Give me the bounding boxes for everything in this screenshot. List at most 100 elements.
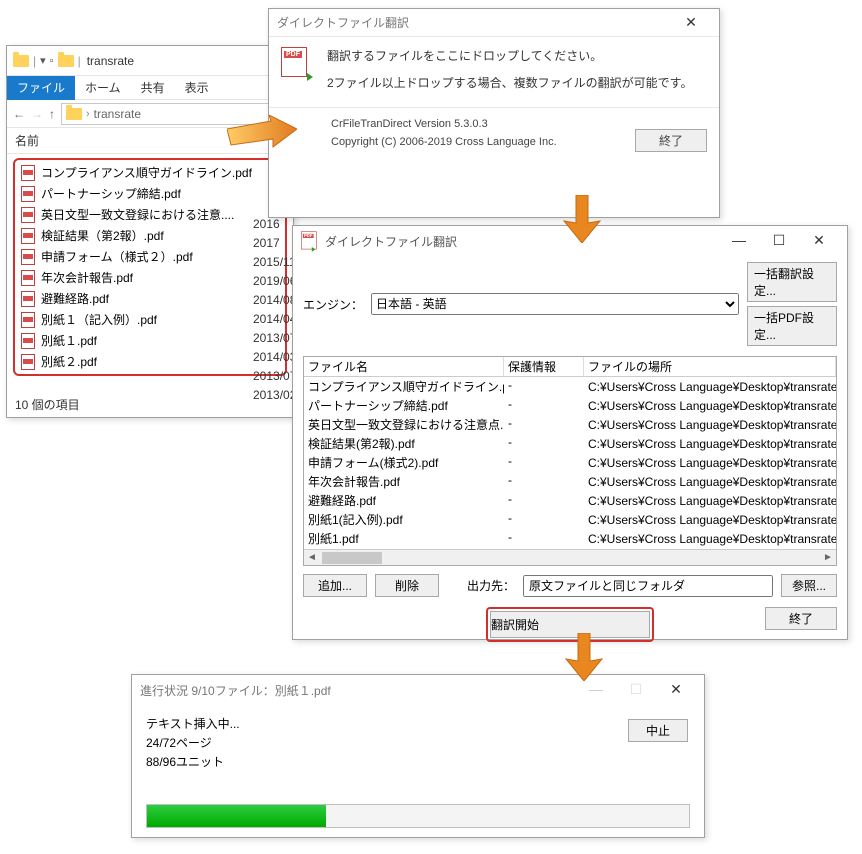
nav-up-icon[interactable]: ↑	[49, 107, 55, 121]
file-item[interactable]: 英日文型一致文登録における注意....	[17, 204, 283, 225]
nav-back-icon[interactable]: ←	[13, 107, 25, 121]
explorer-window: |▾▫| transrate ファイル ホーム 共有 表示 ← → ↑ › tr…	[6, 45, 294, 418]
explorer-titlebar[interactable]: |▾▫| transrate	[7, 46, 293, 76]
file-name: コンプライアンス順守ガイドライン.pdf	[41, 164, 252, 181]
folder-icon	[66, 108, 82, 120]
exit-button[interactable]: 終了	[765, 607, 837, 630]
minimize-icon[interactable]: ―	[576, 676, 616, 704]
tab-file[interactable]: ファイル	[7, 76, 75, 100]
cell-name: パートナーシップ締結.pdf	[304, 396, 504, 415]
table-row[interactable]: パートナーシップ締結.pdf-C:¥Users¥Cross Language¥D…	[304, 396, 836, 415]
file-name: 検証結果（第2報）.pdf	[41, 227, 164, 244]
scroll-left-icon[interactable]: ◄	[304, 552, 320, 563]
pdf-icon	[21, 312, 35, 328]
ribbon: ファイル ホーム 共有 表示	[7, 76, 293, 100]
minimize-icon[interactable]: ―	[719, 227, 759, 255]
cell-name: 英日文型一致文登録における注意点....	[304, 415, 504, 434]
table-row[interactable]: 申請フォーム(様式2).pdf-C:¥Users¥Cross Language¥…	[304, 453, 836, 472]
pdf-icon	[21, 207, 35, 223]
file-name: 別紙１（記入例）.pdf	[41, 311, 157, 328]
output-path-input[interactable]	[523, 575, 773, 597]
file-name: パートナーシップ締結.pdf	[41, 185, 181, 202]
cell-protect: -	[504, 453, 584, 472]
tab-view[interactable]: 表示	[175, 76, 219, 100]
cell-protect: -	[504, 434, 584, 453]
browse-button[interactable]: 参照...	[781, 574, 837, 597]
progress-line3: 88/96ユニット	[146, 753, 690, 770]
cell-name: コンプライアンス順守ガイドライン.pdf	[304, 377, 504, 396]
cell-location: C:¥Users¥Cross Language¥Desktop¥transrat…	[584, 415, 836, 434]
hscrollbar[interactable]: ◄ ►	[304, 549, 836, 565]
exit-button[interactable]: 終了	[635, 129, 707, 152]
cell-location: C:¥Users¥Cross Language¥Desktop¥transrat…	[584, 529, 836, 548]
drop-window: ダイレクトファイル翻訳 ✕ 翻訳するファイルをここにドロップしてください。 2フ…	[268, 8, 720, 218]
start-translate-button[interactable]: 翻訳開始	[490, 611, 650, 638]
file-item[interactable]: 検証結果（第2報）.pdf	[17, 225, 283, 246]
scroll-thumb[interactable]	[322, 552, 382, 564]
batch-pdf-settings-button[interactable]: 一括PDF設定...	[747, 306, 837, 346]
cell-protect: -	[504, 472, 584, 491]
drop-titlebar[interactable]: ダイレクトファイル翻訳 ✕	[269, 9, 719, 37]
drop-line1: 翻訳するファイルをここにドロップしてください。	[327, 47, 692, 64]
delete-button[interactable]: 削除	[375, 574, 439, 597]
file-item[interactable]: 別紙１（記入例）.pdf	[17, 309, 283, 330]
batch-translate-settings-button[interactable]: 一括翻訳設定...	[747, 262, 837, 302]
cell-location: C:¥Users¥Cross Language¥Desktop¥transrat…	[584, 472, 836, 491]
nav-fwd-icon[interactable]: →	[31, 107, 43, 121]
col-protect[interactable]: 保護情報	[504, 357, 584, 376]
file-name: 申請フォーム（様式２）.pdf	[41, 248, 193, 265]
file-item[interactable]: パートナーシップ締結.pdf	[17, 183, 283, 204]
table-row[interactable]: 年次会計報告.pdf-C:¥Users¥Cross Language¥Deskt…	[304, 472, 836, 491]
folder-icon: |▾▫|	[13, 54, 81, 68]
col-filename[interactable]: ファイル名	[304, 357, 504, 376]
close-icon[interactable]: ✕	[656, 676, 696, 704]
cell-location: C:¥Users¥Cross Language¥Desktop¥transrat…	[584, 453, 836, 472]
table-row[interactable]: 英日文型一致文登録における注意点....-C:¥Users¥Cross Lang…	[304, 415, 836, 434]
add-button[interactable]: 追加...	[303, 574, 367, 597]
cell-protect: -	[504, 529, 584, 548]
drop-title: ダイレクトファイル翻訳	[277, 14, 671, 31]
file-item[interactable]: 別紙２.pdf	[17, 351, 283, 372]
col-location[interactable]: ファイルの場所	[584, 357, 836, 376]
pdf-app-icon	[301, 231, 315, 250]
tab-share[interactable]: 共有	[131, 76, 175, 100]
maximize-icon[interactable]: ☐	[759, 227, 799, 255]
stop-button[interactable]: 中止	[628, 719, 688, 742]
drop-line2: 2ファイル以上ドロップする場合、複数ファイルの翻訳が可能です。	[327, 74, 692, 91]
column-header[interactable]: 名前 ⌃	[7, 128, 293, 154]
status-count: 10 個の項目	[15, 396, 80, 413]
cell-name: 申請フォーム(様式2).pdf	[304, 453, 504, 472]
progress-titlebar[interactable]: 進行状況 9/10ファイル：別紙１.pdf ― ☐ ✕	[132, 675, 704, 705]
table-row[interactable]: 別紙1.pdf-C:¥Users¥Cross Language¥Desktop¥…	[304, 529, 836, 548]
col-name[interactable]: 名前	[15, 132, 265, 149]
file-name: 別紙１.pdf	[41, 332, 97, 349]
cell-protect: -	[504, 510, 584, 529]
table-row[interactable]: 検証結果(第2報).pdf-C:¥Users¥Cross Language¥De…	[304, 434, 836, 453]
file-item[interactable]: 年次会計報告.pdf	[17, 267, 283, 288]
scroll-right-icon[interactable]: ►	[820, 552, 836, 563]
breadcrumb[interactable]: transrate	[94, 107, 141, 121]
cell-location: C:¥Users¥Cross Language¥Desktop¥transrat…	[584, 491, 836, 510]
cell-protect: -	[504, 491, 584, 510]
file-item[interactable]: 別紙１.pdf	[17, 330, 283, 351]
file-item[interactable]: 避難経路.pdf	[17, 288, 283, 309]
engine-select[interactable]: 日本語 - 英語	[371, 293, 739, 315]
cell-protect: -	[504, 396, 584, 415]
cell-name: 検証結果(第2報).pdf	[304, 434, 504, 453]
table-row[interactable]: 別紙1(記入例).pdf-C:¥Users¥Cross Language¥Des…	[304, 510, 836, 529]
tab-home[interactable]: ホーム	[75, 76, 131, 100]
cell-location: C:¥Users¥Cross Language¥Desktop¥transrat…	[584, 396, 836, 415]
close-icon[interactable]: ✕	[799, 227, 839, 255]
address-bar: ← → ↑ › transrate	[7, 100, 293, 128]
translator-titlebar[interactable]: ダイレクトファイル翻訳 ― ☐ ✕	[293, 226, 847, 256]
maximize-icon[interactable]: ☐	[616, 676, 656, 704]
close-icon[interactable]: ✕	[671, 9, 711, 37]
file-item[interactable]: コンプライアンス順守ガイドライン.pdf	[17, 162, 283, 183]
file-item[interactable]: 申請フォーム（様式２）.pdf	[17, 246, 283, 267]
table-row[interactable]: コンプライアンス順守ガイドライン.pdf-C:¥Users¥Cross Lang…	[304, 377, 836, 396]
address-box[interactable]: › transrate	[61, 103, 287, 125]
cell-protect: -	[504, 415, 584, 434]
drop-body[interactable]: 翻訳するファイルをここにドロップしてください。 2ファイル以上ドロップする場合、…	[269, 37, 719, 108]
table-row[interactable]: 避難経路.pdf-C:¥Users¥Cross Language¥Desktop…	[304, 491, 836, 510]
progress-fill	[147, 805, 326, 827]
